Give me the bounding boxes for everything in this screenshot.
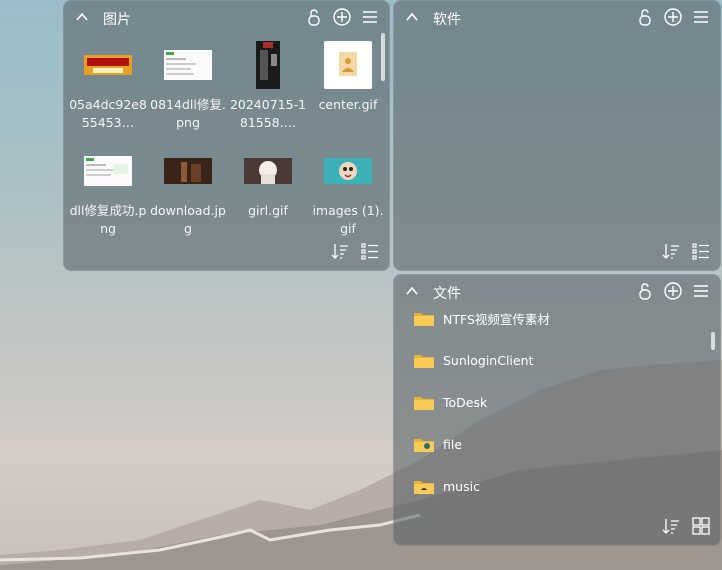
grid-view-icon[interactable] [691, 516, 711, 536]
image-thumbnail [84, 156, 132, 186]
file-item[interactable]: images (1).gif [309, 142, 387, 238]
file-item-label: images (1).gif [312, 203, 384, 236]
lock-icon[interactable] [635, 281, 655, 301]
sort-icon[interactable] [661, 241, 681, 261]
image-thumbnail [256, 41, 280, 89]
files-panel: 文件 NTFS视频宣传素材 SunloginClient ToDesk file… [393, 274, 721, 546]
files-panel-header: 文件 [393, 274, 721, 310]
image-thumbnail [244, 158, 292, 184]
file-item[interactable]: download.jpg [149, 142, 227, 238]
image-thumbnail [164, 158, 212, 184]
folder-icon [414, 480, 434, 494]
file-item[interactable]: 20240715-181558.… [229, 36, 307, 132]
folder-icon [414, 438, 434, 452]
file-item[interactable]: 0814dll修复.png [149, 36, 227, 132]
folder-item[interactable]: music [413, 474, 480, 498]
folder-item-label: NTFS视频宣传素材 [443, 311, 550, 327]
menu-icon[interactable] [360, 7, 380, 27]
sort-icon[interactable] [661, 516, 681, 536]
file-item-label: 05a4dc92e855453… [69, 97, 147, 130]
lock-icon[interactable] [635, 7, 655, 27]
pictures-panel-title: 图片 [103, 12, 131, 28]
file-item-label: girl.gif [248, 203, 288, 218]
menu-icon[interactable] [691, 281, 711, 301]
add-icon[interactable] [663, 281, 683, 301]
folder-item-label: file [443, 436, 463, 452]
file-item-label: 20240715-181558.… [229, 97, 307, 130]
image-thumbnail [164, 50, 212, 80]
folder-item[interactable]: ToDesk [413, 390, 487, 414]
software-panel-title: 软件 [433, 12, 461, 28]
sort-icon[interactable] [330, 241, 350, 261]
folder-item[interactable]: file [413, 432, 462, 456]
gif-file-icon [324, 41, 372, 89]
menu-icon[interactable] [691, 7, 711, 27]
collapse-chevron-icon[interactable] [405, 10, 419, 24]
scrollbar[interactable] [381, 33, 385, 81]
collapse-chevron-icon[interactable] [75, 10, 89, 24]
list-view-icon[interactable] [360, 241, 380, 261]
folder-item-label: ToDesk [443, 394, 488, 410]
file-item-label: center.gif [318, 97, 378, 112]
file-item-label: download.jpg [150, 203, 226, 236]
scrollbar[interactable] [711, 332, 715, 350]
folder-item-label: SunloginClient [443, 352, 534, 368]
list-view-icon[interactable] [691, 241, 711, 261]
folder-item[interactable]: SunloginClient [413, 348, 533, 372]
folder-icon [414, 396, 434, 410]
file-item[interactable]: dll修复成功.png [69, 142, 147, 238]
pictures-panel-header: 图片 [63, 0, 390, 36]
folder-icon [414, 354, 434, 368]
folder-icon [414, 312, 434, 326]
files-panel-title: 文件 [433, 286, 461, 302]
image-thumbnail [84, 55, 132, 75]
software-panel: 软件 [393, 0, 721, 271]
add-icon[interactable] [663, 7, 683, 27]
pictures-panel: 图片 05a4dc92e855453… 0814dll修复.png 202407… [63, 0, 390, 271]
collapse-chevron-icon[interactable] [405, 284, 419, 298]
lock-icon[interactable] [304, 7, 324, 27]
file-item[interactable]: 05a4dc92e855453… [69, 36, 147, 132]
add-icon[interactable] [332, 7, 352, 27]
folder-item[interactable]: NTFS视频宣传素材 [413, 306, 550, 330]
file-item-label: dll修复成功.png [69, 203, 147, 236]
image-thumbnail [324, 158, 372, 184]
file-item-label: 0814dll修复.png [150, 97, 226, 130]
file-item[interactable]: center.gif [309, 36, 387, 114]
folder-item-label: music [443, 478, 480, 494]
file-item[interactable]: girl.gif [229, 142, 307, 220]
software-panel-header: 软件 [393, 0, 721, 36]
